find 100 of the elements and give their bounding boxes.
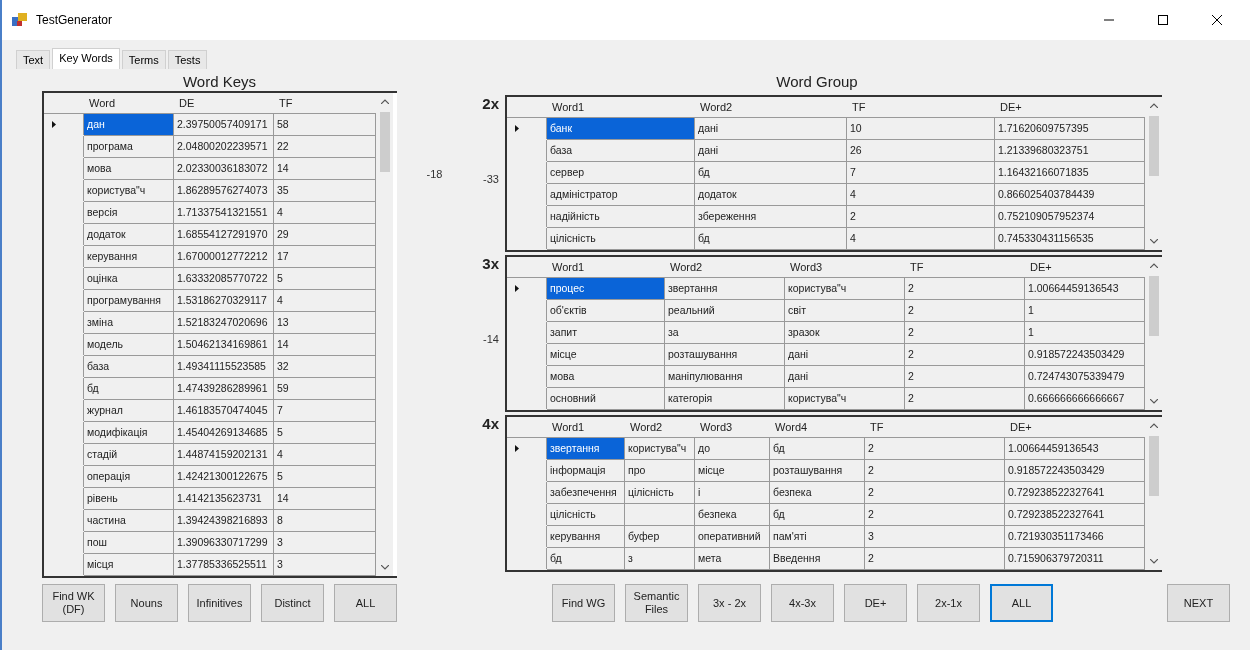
next-button[interactable]: NEXT [1167, 584, 1230, 622]
table-cell: 3 [274, 532, 376, 554]
scroll-up-icon[interactable] [1149, 263, 1158, 268]
table-cell: програмування [84, 290, 174, 312]
table-cell: 2 [865, 438, 1005, 460]
table-cell: 1.21339680323751 [995, 140, 1145, 162]
scroll-up-icon[interactable] [1149, 423, 1158, 428]
table-cell: 1.63332085770722 [174, 268, 274, 290]
tab[interactable]: Text [16, 50, 51, 69]
action-button[interactable]: Distinct [261, 584, 324, 622]
table-cell: 5 [274, 466, 376, 488]
table-cell: мова [84, 158, 174, 180]
table-cell: 0.715906379720311 [1005, 548, 1145, 570]
table-cell: місце [695, 460, 770, 482]
action-button[interactable]: 3x - 2x [698, 584, 761, 622]
scrollbar[interactable] [376, 93, 393, 576]
table-cell: 59 [274, 378, 376, 400]
table-cell: частина [84, 510, 174, 532]
table-cell: 17 [274, 246, 376, 268]
table-cell: 0.918572243503429 [1005, 460, 1145, 482]
table-cell: буфер [625, 526, 695, 548]
table-cell: з [625, 548, 695, 570]
table-cell: пош [84, 532, 174, 554]
scrollbar[interactable] [1145, 97, 1162, 250]
table-cell: 0.721930351173466 [1005, 526, 1145, 548]
action-button[interactable]: DE+ [844, 584, 907, 622]
table-cell: керування [84, 246, 174, 268]
table-cell: 1.47439286289961 [174, 378, 274, 400]
table-cell: 1.37785336525511 [174, 554, 274, 576]
table-cell: 0.729238522327641 [1005, 482, 1145, 504]
table-cell: бд [695, 162, 847, 184]
table-cell: 1.00664459136543 [1005, 438, 1145, 460]
table-cell: процес [547, 278, 665, 300]
table-cell: база [547, 140, 695, 162]
table-cell: цілісність [625, 482, 695, 504]
table-cell: 1.68554127291970 [174, 224, 274, 246]
table-cell: версія [84, 202, 174, 224]
scroll-thumb[interactable] [379, 112, 390, 172]
table-cell: 1 [1025, 322, 1145, 344]
scroll-thumb[interactable] [1148, 276, 1159, 336]
table-cell: світ [785, 300, 905, 322]
table-cell: Введення [770, 548, 865, 570]
scroll-down-icon[interactable] [1149, 239, 1158, 244]
scrollbar[interactable] [1145, 417, 1162, 570]
table-cell: 0.866025403784439 [995, 184, 1145, 206]
table-cell: 5 [274, 422, 376, 444]
action-button[interactable]: Find WG [552, 584, 615, 622]
table-cell: 14 [274, 158, 376, 180]
close-icon[interactable] [1212, 15, 1222, 25]
app-icon [12, 13, 28, 27]
table-cell: 2 [905, 366, 1025, 388]
window-title: TestGenerator [36, 13, 114, 27]
table-cell: 2 [865, 460, 1005, 482]
action-button[interactable]: 2x-1x [917, 584, 980, 622]
action-button[interactable]: 4x-3x [771, 584, 834, 622]
table-cell: сервер [547, 162, 695, 184]
table-cell: 1.4142135623731 [174, 488, 274, 510]
tab[interactable]: Key Words [52, 48, 120, 69]
action-button[interactable]: ALL [334, 584, 397, 622]
table-cell: надійність [547, 206, 695, 228]
delta-value: -33 [483, 173, 499, 185]
table-cell: 0.666666666666667 [1025, 388, 1145, 410]
action-button[interactable]: Nouns [115, 584, 178, 622]
table-cell: цілісність [547, 228, 695, 250]
scroll-up-icon[interactable] [380, 99, 389, 104]
scroll-down-icon[interactable] [380, 565, 389, 570]
action-button[interactable]: ALL [990, 584, 1053, 622]
table-cell: 2 [905, 388, 1025, 410]
table-cell: додаток [84, 224, 174, 246]
table-cell: 1.16432166071835 [995, 162, 1145, 184]
table-cell: керування [547, 526, 625, 548]
tab[interactable]: Tests [167, 50, 208, 69]
action-button[interactable]: Infinitives [188, 584, 251, 622]
table-cell: 2 [905, 322, 1025, 344]
section-title: Word Keys [181, 73, 258, 91]
scroll-thumb[interactable] [1148, 116, 1159, 176]
table-cell: 0.752109057952374 [995, 206, 1145, 228]
action-button[interactable]: Semantic Files [625, 584, 688, 622]
tab[interactable]: Terms [121, 50, 166, 69]
scroll-up-icon[interactable] [1149, 103, 1158, 108]
scroll-down-icon[interactable] [1149, 399, 1158, 404]
table-cell: 2 [865, 548, 1005, 570]
table-cell: 7 [274, 400, 376, 422]
table-cell: цілісність [547, 504, 625, 526]
table-cell: 1.86289576274073 [174, 180, 274, 202]
table-cell: 2.04800202239571 [174, 136, 274, 158]
action-button[interactable]: Find WK (DF) [42, 584, 105, 622]
table-cell: 1.44874159202131 [174, 444, 274, 466]
table-cell: 1.52183247020696 [174, 312, 274, 334]
maximize-icon[interactable] [1158, 15, 1168, 25]
table-cell: 10 [847, 118, 995, 140]
scroll-down-icon[interactable] [1149, 559, 1158, 564]
table-cell: 1 [1025, 300, 1145, 322]
table-cell: бд [770, 504, 865, 526]
scroll-thumb[interactable] [1148, 436, 1159, 496]
table-cell: користува"ч [785, 278, 905, 300]
table-cell: зміна [84, 312, 174, 334]
table-cell: 1.39424398216893 [174, 510, 274, 532]
table-cell: користува"ч [785, 388, 905, 410]
scrollbar[interactable] [1145, 257, 1162, 410]
